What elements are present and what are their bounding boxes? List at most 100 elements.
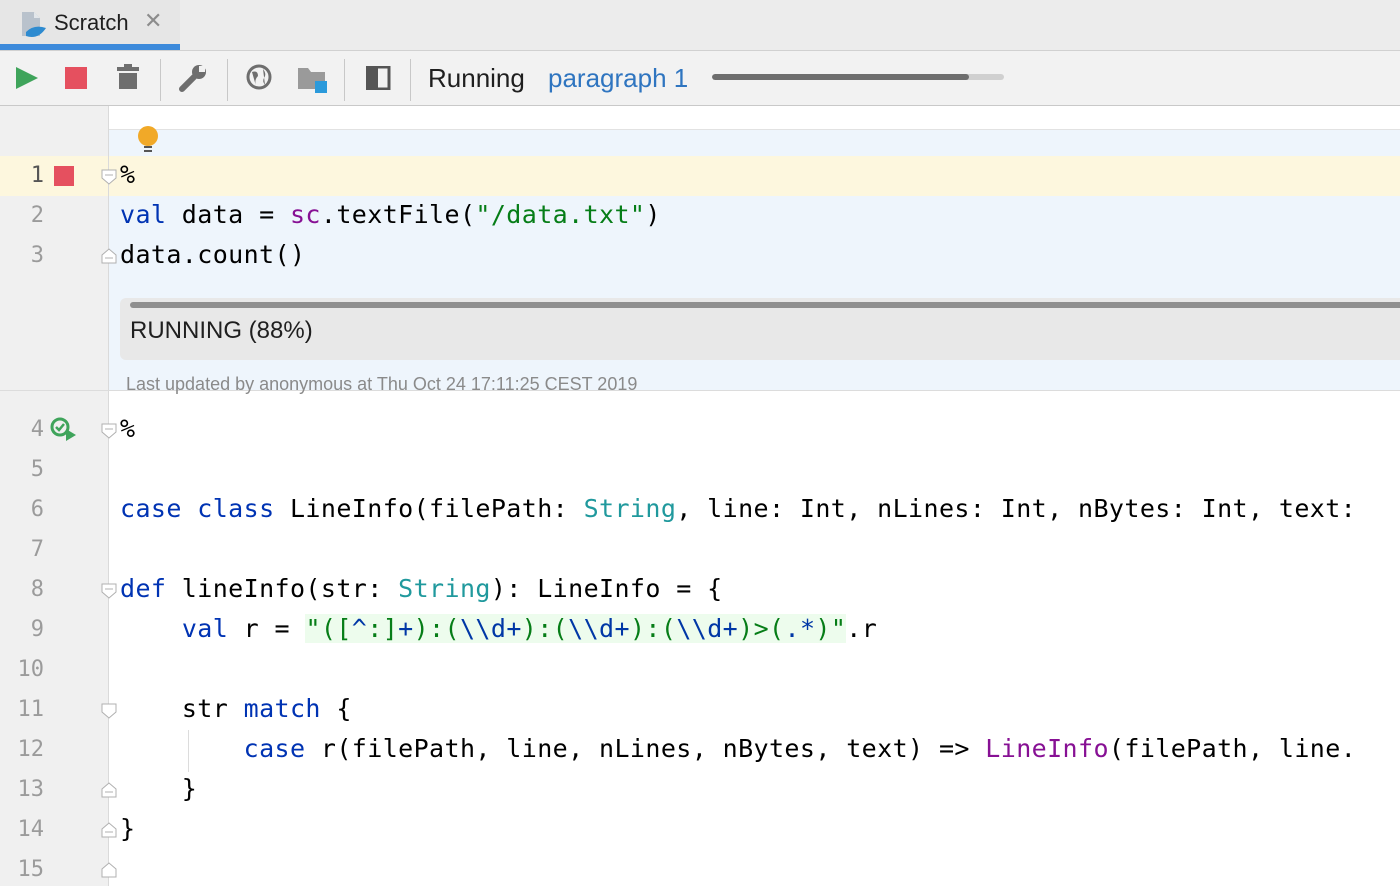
keyword: case: [243, 734, 306, 763]
identifier: LineInfo: [985, 734, 1109, 763]
run-paragraph-icon[interactable]: [50, 417, 78, 443]
toolbar: [0, 51, 1400, 106]
keyword: case: [120, 494, 182, 523]
keyword: match: [243, 694, 321, 723]
stop-icon[interactable]: [64, 66, 88, 90]
code-line-12[interactable]: case r(filePath, line, nLines, nBytes, t…: [120, 734, 1356, 763]
regex-part: +: [398, 614, 414, 643]
regex-part: \\d: [459, 614, 507, 643]
code-line-13[interactable]: }: [120, 774, 197, 803]
line-number: 14: [17, 817, 45, 842]
close-icon[interactable]: ✕: [144, 9, 162, 34]
code-line-14[interactable]: }: [120, 814, 135, 843]
line-number: 3: [30, 243, 44, 268]
keyword: class: [197, 494, 275, 523]
run-icon[interactable]: [14, 65, 40, 91]
line-number: 9: [30, 617, 44, 642]
toolbar-separator: [344, 59, 345, 101]
code-text: .textFile(: [320, 200, 476, 229]
fold-close-icon[interactable]: [100, 821, 118, 839]
regex-part: ):(: [521, 614, 569, 643]
line-number: 12: [17, 737, 45, 762]
paragraph-updated-info: Last updated by anonymous at Thu Oct 24 …: [126, 374, 638, 394]
keyword: def: [120, 574, 167, 603]
regex-part: :]: [367, 614, 399, 643]
running-paragraph-link[interactable]: paragraph 1: [548, 63, 688, 94]
scala-file-icon: [22, 12, 46, 37]
stop-paragraph-icon[interactable]: [54, 166, 74, 186]
code-line-8[interactable]: def lineInfo(str: String): LineInfo = {: [120, 574, 723, 603]
line-number: 1: [30, 163, 44, 188]
code-text: data =: [166, 200, 290, 229]
run-status-text: Running: [428, 63, 525, 93]
code-line-1[interactable]: %: [120, 160, 135, 189]
regex-part: ^: [351, 614, 368, 643]
code-text: (filePath, line.: [1108, 734, 1357, 763]
folder-icon[interactable]: [297, 65, 331, 95]
keyword: val: [120, 200, 167, 229]
lightbulb-icon[interactable]: [136, 124, 160, 156]
globe-icon[interactable]: [246, 64, 272, 90]
line-number: 11: [17, 697, 45, 722]
run-progress-fill: [712, 74, 969, 80]
code-line-6[interactable]: case class LineInfo(filePath: String, li…: [120, 494, 1356, 523]
fold-open-icon[interactable]: [100, 422, 118, 440]
regex-part: ([: [320, 614, 352, 643]
code-text: , line: Int, nLines: Int, nBytes: Int, t…: [676, 494, 1357, 523]
paragraph-progress-bar: [130, 302, 1400, 308]
code-text: r =: [228, 614, 306, 643]
gutter-border: [108, 106, 109, 886]
line-number: 4: [30, 417, 44, 442]
code-line-11[interactable]: str match {: [120, 694, 352, 723]
regex-part: \\d: [568, 614, 615, 643]
regex-part: )>(: [738, 614, 785, 643]
line-number: 5: [30, 457, 44, 482]
delete-icon[interactable]: [115, 63, 141, 91]
regex-part: ):(: [629, 614, 677, 643]
code-text: ): [645, 200, 661, 229]
run-progress-bar: [712, 74, 1004, 80]
line-number: 8: [30, 577, 44, 602]
regex-part: ):(: [413, 614, 460, 643]
fold-open-icon[interactable]: [100, 582, 118, 600]
tab-label[interactable]: Scratch: [54, 10, 129, 36]
keyword: val: [181, 614, 229, 643]
code-line-9[interactable]: val r = "([^:]+):(\\d+):(\\d+):(\\d+)>(.…: [120, 614, 877, 643]
type-name: String: [583, 494, 677, 523]
fold-close-icon[interactable]: [100, 781, 118, 799]
line-number: 10: [17, 657, 45, 682]
regex-part: +: [506, 614, 522, 643]
code-line-3[interactable]: data.count(): [120, 240, 305, 269]
tab-active-indicator: [0, 44, 180, 50]
code-text: lineInfo(str:: [166, 574, 399, 603]
panel-icon[interactable]: [366, 66, 392, 90]
regex-literal: "([^:]+):(\\d+):(\\d+):(\\d+)>(.*)": [305, 614, 847, 643]
line-number: 15: [17, 857, 45, 882]
code-text: ): LineInfo = {: [490, 574, 723, 603]
code-line-4[interactable]: %: [120, 414, 135, 443]
toolbar-separator: [227, 59, 228, 101]
toolbar-separator: [160, 59, 161, 101]
line-number: 6: [30, 497, 44, 522]
regex-part: \\d: [676, 614, 723, 643]
fold-open-icon[interactable]: [100, 168, 118, 186]
code-text: LineInfo(filePath:: [274, 494, 584, 523]
code-line-2[interactable]: val data = sc.textFile("/data.txt"): [120, 200, 661, 229]
code-text: str: [181, 694, 244, 723]
code-text: .r: [846, 614, 878, 643]
settings-wrench-icon[interactable]: [178, 63, 210, 93]
line-number: 7: [30, 537, 44, 562]
regex-part: .: [784, 614, 800, 643]
regex-part: ): [815, 614, 831, 643]
fold-close-icon[interactable]: [100, 247, 118, 265]
identifier: sc: [289, 200, 321, 229]
fold-close-icon[interactable]: [100, 861, 118, 879]
line-number: 13: [17, 777, 45, 802]
code-text: {: [320, 694, 352, 723]
quote: ": [305, 614, 321, 643]
fold-open-icon[interactable]: [100, 702, 118, 720]
current-line-highlight: [0, 156, 1400, 196]
